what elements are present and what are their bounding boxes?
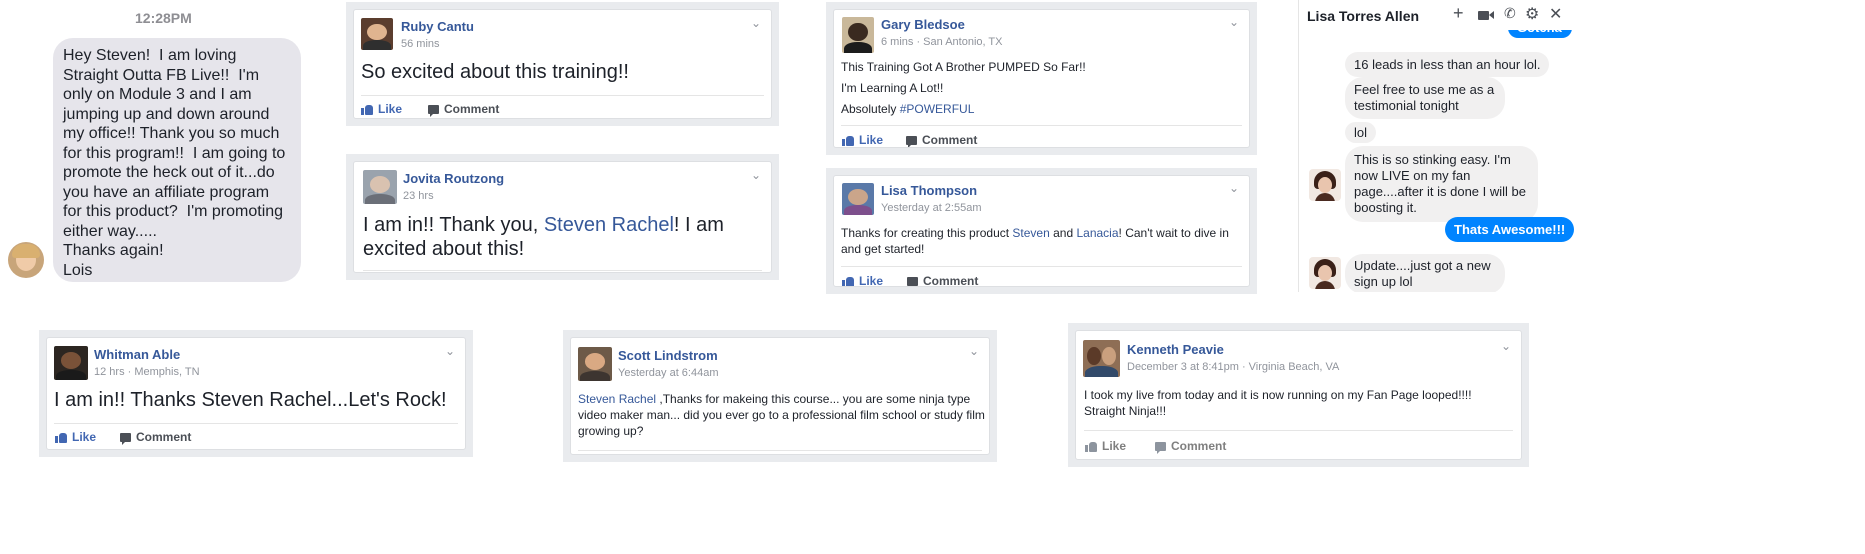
like-button[interactable]: Like [55, 430, 96, 444]
video-icon[interactable] [1478, 11, 1489, 20]
like-button[interactable]: Like [1085, 439, 1126, 453]
comment-icon [906, 135, 917, 147]
avatar [842, 17, 874, 53]
post-card-lisa-thompson: Lisa Thompson Yesterday at 2:55am ⌄ Than… [826, 168, 1257, 294]
like-icon [1085, 441, 1097, 452]
comment-icon [907, 276, 918, 286]
chat-header: Lisa Torres Allen + ✆ ⚙ ✕ [1299, 0, 1865, 30]
divider [361, 95, 764, 96]
sms-message-bubble: Hey Steven! I am loving Straight Outta F… [53, 38, 301, 282]
author-name[interactable]: Gary Bledsoe [881, 17, 965, 32]
sms-timestamp: 12:28PM [135, 10, 192, 26]
author-name[interactable]: Lisa Thompson [881, 183, 977, 198]
avatar [842, 183, 874, 215]
comment-icon [428, 104, 439, 117]
chevron-down-icon[interactable]: ⌄ [751, 16, 761, 30]
post-text: I took my live from today and it is now … [1084, 388, 1472, 418]
like-button[interactable]: Like [842, 133, 883, 147]
chevron-down-icon[interactable]: ⌄ [445, 344, 455, 358]
post-card-scott: Scott Lindstrom Yesterday at 6:44am ⌄ St… [563, 330, 997, 462]
post-card-gary: Gary Bledsoe 6 mins · San Antonio, TX ⌄ … [826, 2, 1257, 155]
avatar [361, 18, 393, 50]
post-text: I am in!! Thank you, Steven Rachel! I am… [363, 214, 724, 260]
like-button[interactable]: Like [361, 102, 402, 116]
chat-window: Lisa Torres Allen + ✆ ⚙ ✕ Gotcha 16 lead… [1298, 0, 1865, 292]
post-card-jovita: Jovita Routzong 23 hrs ⌄ I am in!! Thank… [346, 154, 779, 280]
mention-link[interactable]: Steven Rachel [544, 214, 674, 236]
chevron-down-icon[interactable]: ⌄ [969, 344, 979, 358]
close-icon[interactable]: ✕ [1549, 4, 1562, 24]
like-button[interactable]: Like [842, 274, 883, 286]
like-icon [361, 104, 373, 115]
chat-contact-name[interactable]: Lisa Torres Allen [1307, 8, 1419, 24]
author-name[interactable]: Jovita Routzong [403, 171, 504, 186]
post-text-line-3: Absolutely #POWERFUL [841, 102, 975, 116]
comment-button[interactable]: Comment [1155, 439, 1226, 454]
like-icon [55, 432, 67, 443]
post-text-line-1: This Training Got A Brother PUMPED So Fa… [841, 60, 1086, 74]
mention-link[interactable]: Steven [1012, 226, 1049, 240]
gear-icon[interactable]: ⚙ [1525, 4, 1539, 24]
divider [54, 423, 458, 424]
author-name[interactable]: Whitman Able [94, 347, 180, 362]
chat-message: lol [1345, 122, 1377, 143]
post-timestamp[interactable]: 56 mins [401, 38, 440, 50]
hashtag-link[interactable]: #POWERFUL [900, 102, 975, 116]
mention-link[interactable]: Steven Rachel [578, 392, 656, 406]
chat-contact-avatar [1309, 257, 1341, 289]
sms-message-text: Hey Steven! I am loving Straight Outta F… [63, 47, 286, 279]
phone-icon[interactable]: ✆ [1504, 5, 1516, 22]
like-icon [842, 135, 854, 146]
chevron-down-icon[interactable]: ⌄ [1229, 181, 1239, 195]
chevron-down-icon[interactable]: ⌄ [751, 168, 761, 182]
avatar [578, 347, 612, 381]
like-icon [842, 276, 854, 286]
post-timestamp[interactable]: 6 mins · San Antonio, TX [881, 36, 1002, 48]
chat-message-sent: Thats Awesome!!! [1445, 217, 1575, 242]
comment-icon [120, 432, 131, 445]
post-text: I am in!! Thanks Steven Rachel...Let's R… [54, 389, 447, 411]
avatar [363, 170, 397, 204]
divider [363, 270, 762, 271]
comment-button[interactable]: Comment [907, 274, 978, 286]
avatar [1083, 340, 1120, 377]
chat-message: Update....just got a new sign up lol [1345, 254, 1505, 292]
divider [1084, 430, 1513, 431]
post-timestamp[interactable]: 23 hrs [403, 190, 434, 202]
avatar [54, 346, 88, 380]
divider [841, 125, 1242, 126]
author-name[interactable]: Scott Lindstrom [618, 348, 718, 363]
chat-message: 16 leads in less than an hour lol. [1345, 52, 1550, 77]
sms-sender-avatar [8, 242, 44, 278]
chat-contact-avatar [1309, 169, 1341, 201]
post-text: Thanks for creating this product Steven … [841, 226, 1229, 256]
author-name[interactable]: Ruby Cantu [401, 19, 474, 34]
post-timestamp[interactable]: Yesterday at 2:55am [881, 202, 982, 214]
post-timestamp[interactable]: December 3 at 8:41pm · Virginia Beach, V… [1127, 361, 1339, 373]
post-timestamp[interactable]: Yesterday at 6:44am [618, 367, 719, 379]
divider [841, 266, 1242, 267]
comment-button[interactable]: Comment [906, 133, 977, 147]
chat-message: This is so stinking easy. I'm now LIVE o… [1345, 146, 1538, 222]
post-card-kenneth: Kenneth Peavie December 3 at 8:41pm · Vi… [1068, 323, 1529, 467]
divider [578, 450, 982, 451]
post-timestamp[interactable]: 12 hrs · Memphis, TN [94, 366, 200, 378]
post-card-ruby: Ruby Cantu 56 mins ⌄ So excited about th… [346, 2, 779, 126]
post-text: So excited about this training!! [361, 61, 629, 83]
video-icon-lens [1489, 11, 1494, 19]
comment-icon [1155, 441, 1166, 454]
post-card-whitman: Whitman Able 12 hrs · Memphis, TN ⌄ I am… [39, 330, 473, 457]
post-text-line-2: I'm Learning A Lot!! [841, 81, 944, 95]
plus-icon[interactable]: + [1453, 3, 1464, 24]
mention-link[interactable]: Lanacia [1076, 226, 1118, 240]
post-text: Steven Rachel ,Thanks for makeing this c… [578, 392, 985, 438]
author-name[interactable]: Kenneth Peavie [1127, 342, 1224, 357]
chevron-down-icon[interactable]: ⌄ [1229, 15, 1239, 29]
chevron-down-icon[interactable]: ⌄ [1501, 339, 1511, 353]
comment-button[interactable]: Comment [428, 102, 499, 117]
chat-message: Feel free to use me as a testimonial ton… [1345, 77, 1505, 119]
comment-button[interactable]: Comment [120, 430, 191, 445]
